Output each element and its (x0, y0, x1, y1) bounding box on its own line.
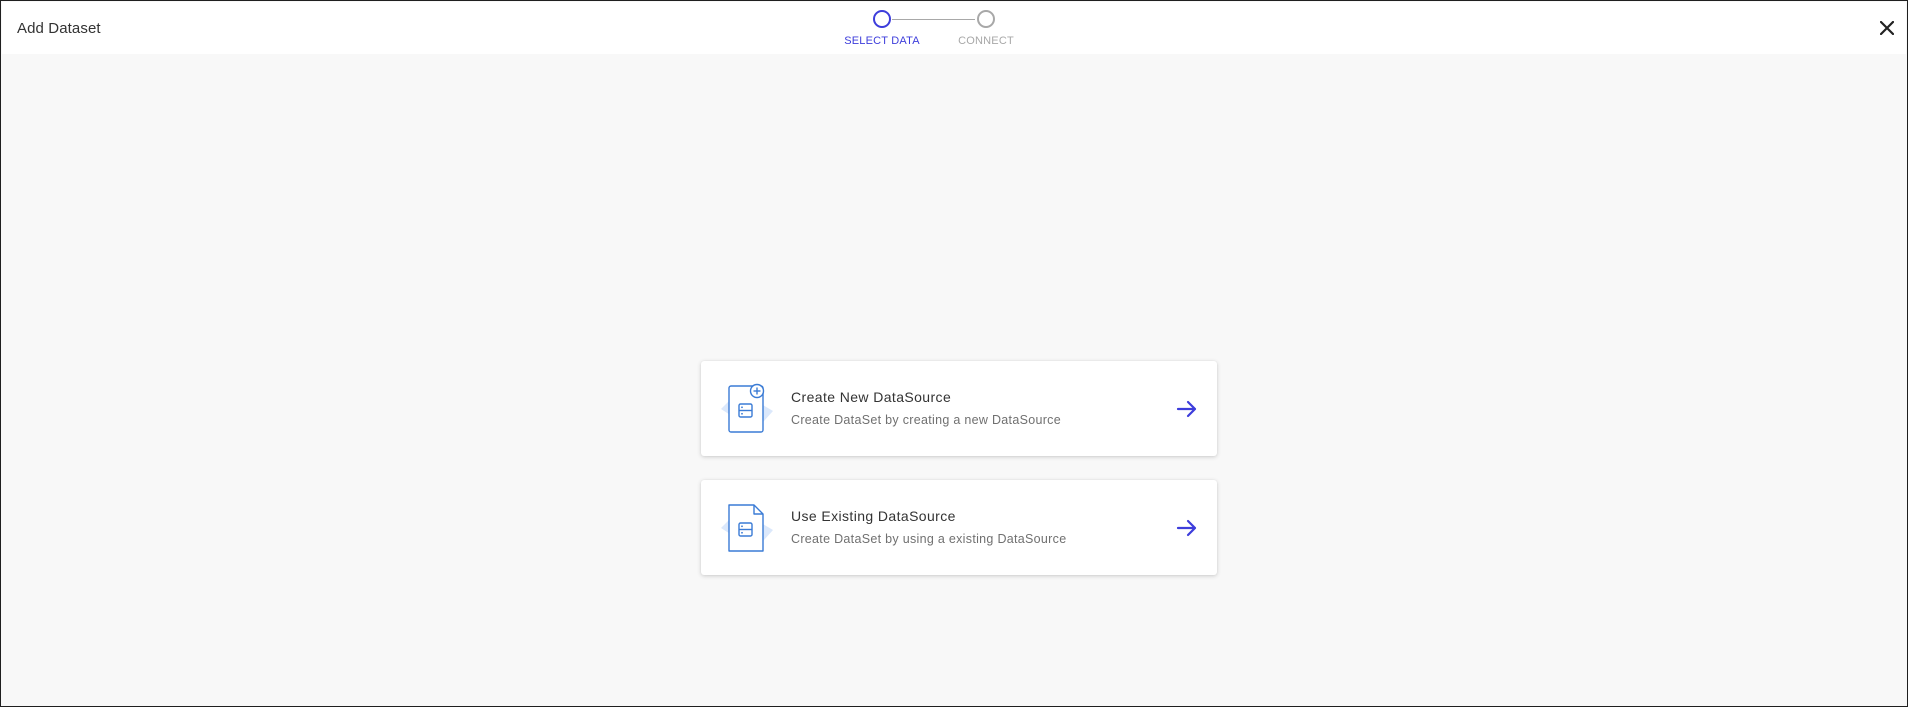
arrow-right-icon[interactable] (1175, 516, 1199, 540)
create-new-datasource-title: Create New DataSource (791, 389, 952, 405)
stepper: SELECT DATA CONNECT (844, 9, 1072, 51)
use-existing-datasource-card[interactable]: Use Existing DataSource Create DataSet b… (701, 480, 1217, 575)
use-existing-datasource-title: Use Existing DataSource (791, 508, 956, 524)
step-select-data-indicator (873, 10, 891, 28)
use-existing-datasource-description: Create DataSet by using a existing DataS… (791, 532, 1067, 546)
arrow-right-icon[interactable] (1175, 397, 1199, 421)
existing-datasource-icon (719, 500, 777, 556)
create-new-datasource-card[interactable]: Create New DataSource Create DataSet by … (701, 361, 1217, 456)
new-datasource-icon (719, 381, 777, 437)
dialog-frame: Add Dataset SELECT DATA CONNECT Create N… (0, 0, 1908, 707)
dialog-title: Add Dataset (17, 20, 101, 37)
step-connect-label: CONNECT (958, 35, 1014, 47)
close-icon (1880, 21, 1894, 35)
close-button[interactable] (1876, 17, 1898, 39)
step-connector (892, 18, 975, 20)
dialog-header: Add Dataset SELECT DATA CONNECT (2, 2, 1906, 54)
create-new-datasource-description: Create DataSet by creating a new DataSou… (791, 413, 1061, 427)
step-connect-indicator (977, 10, 995, 28)
step-select-data-label: SELECT DATA (844, 35, 920, 47)
